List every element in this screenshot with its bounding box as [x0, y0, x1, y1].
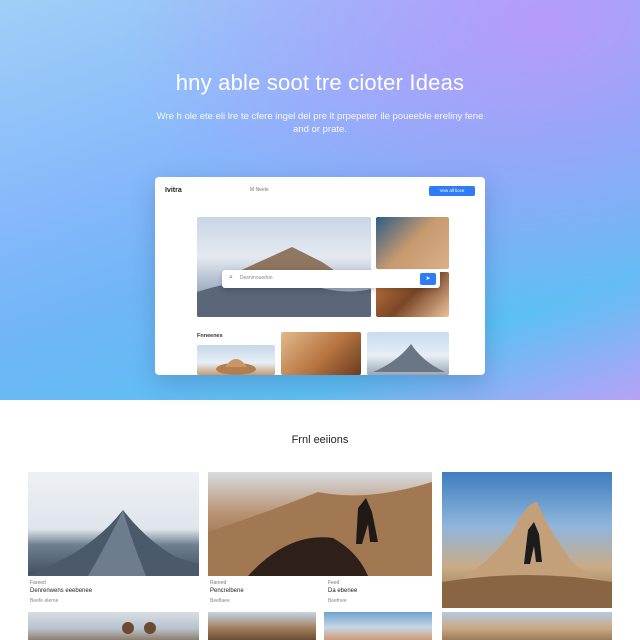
tent-shape — [28, 510, 199, 576]
search-placeholder: Desnmouedon — [240, 275, 273, 281]
card-subtitle: Beefe elerne — [30, 598, 59, 604]
tent-shape — [373, 344, 445, 372]
tent-peak-shape — [197, 247, 371, 317]
search-submit-button[interactable]: ➤ — [420, 273, 436, 285]
card-meta: Feed — [328, 580, 340, 586]
preview-thumb-hat[interactable] — [197, 345, 275, 375]
search-icon: ⌕ — [229, 274, 233, 281]
hero-section: hny able soot tre cioter Ideas Wre h ole… — [0, 0, 640, 400]
card-title[interactable]: Denrenwens eeebenee — [30, 588, 92, 594]
app-logo: Ivitra — [165, 187, 182, 194]
card-subtitle: Beeflaee — [210, 598, 230, 604]
card-meta: Rareed — [210, 580, 227, 586]
card-title[interactable]: Pencrelbene — [210, 588, 244, 594]
card-image-tent — [28, 472, 199, 576]
featured-section-title: Frnl eeiions — [291, 434, 349, 446]
featured-card-2[interactable]: Rareed Pencrelbene Beeflaee Feed Da eben… — [208, 472, 432, 612]
featured-card-3[interactable] — [442, 472, 612, 608]
featured-card-5[interactable] — [208, 612, 316, 640]
card-subtitle: Beefnee — [328, 598, 347, 604]
preview-thumb-tent[interactable] — [367, 332, 449, 375]
card-image-peak — [442, 472, 612, 608]
app-view-all-button[interactable]: Vew all lioce — [429, 186, 475, 196]
featured-card-4[interactable] — [28, 612, 199, 640]
featured-card-7[interactable] — [442, 612, 612, 640]
preview-search-bar[interactable]: ⌕ Desnmouedon ➤ — [222, 270, 440, 288]
hero-subtitle: Wre h ole ete eli lre te cfere ingel del… — [156, 111, 484, 135]
card-image-dune — [208, 472, 432, 576]
preview-image-woman-1[interactable] — [376, 217, 449, 269]
app-section-label: Fnneenes — [197, 333, 223, 339]
card-meta: Fareed — [30, 580, 46, 586]
app-preview-window: Ivitra M Neele Vew all lioce ⌕ Desnmoued… — [155, 177, 485, 375]
hat-shape — [216, 359, 256, 375]
app-nav-link[interactable]: M Neele — [250, 187, 269, 193]
featured-card-6[interactable] — [324, 612, 432, 640]
people-shape — [122, 622, 156, 634]
peak-shape — [442, 502, 612, 608]
hero-title: hny able soot tre cioter Ideas — [175, 70, 465, 95]
preview-image-mountain[interactable] — [197, 217, 371, 317]
featured-card-1[interactable]: Fareed Denrenwens eeebenee Beefe elerne — [28, 472, 199, 612]
preview-thumb-dune[interactable] — [281, 332, 361, 375]
card-title[interactable]: Da ebenee — [328, 588, 357, 594]
dune-arch-shape — [208, 482, 432, 576]
